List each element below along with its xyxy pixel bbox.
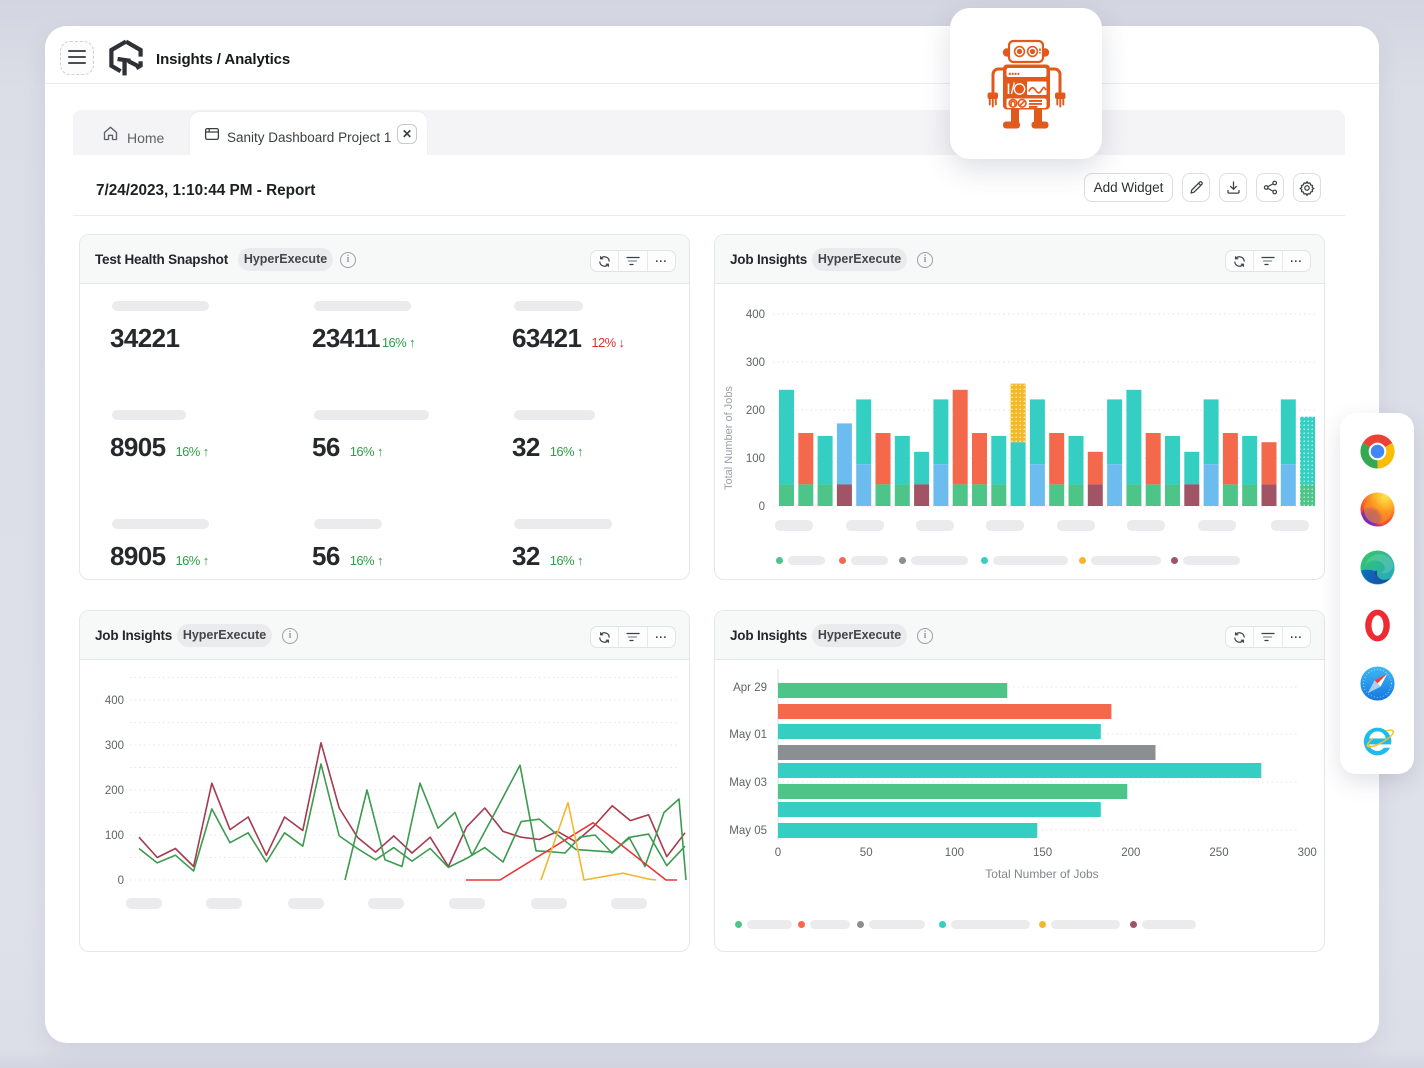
svg-text:200: 200 (1121, 847, 1140, 859)
svg-text:200: 200 (746, 405, 765, 417)
svg-text:0: 0 (759, 501, 765, 513)
svg-text:50: 50 (860, 847, 873, 859)
svg-text:100: 100 (945, 847, 964, 859)
svg-text:100: 100 (105, 830, 124, 842)
svg-text:0: 0 (118, 875, 124, 887)
svg-text:300: 300 (1298, 847, 1317, 859)
svg-text:300: 300 (746, 357, 765, 369)
svg-text:May 01: May 01 (729, 729, 767, 741)
svg-text:400: 400 (746, 309, 765, 321)
svg-text:200: 200 (105, 785, 124, 797)
svg-text:400: 400 (105, 695, 124, 707)
svg-text:Total Number of Jobs: Total Number of Jobs (723, 386, 735, 490)
svg-text:250: 250 (1209, 847, 1228, 859)
svg-text:300: 300 (105, 740, 124, 752)
svg-text:Total Number of Jobs: Total Number of Jobs (985, 867, 1098, 881)
svg-text:May 05: May 05 (729, 825, 767, 837)
svg-text:100: 100 (746, 453, 765, 465)
svg-text:150: 150 (1033, 847, 1052, 859)
svg-text:0: 0 (775, 847, 781, 859)
svg-text:May 03: May 03 (729, 777, 767, 789)
svg-text:Apr 29: Apr 29 (733, 682, 767, 694)
